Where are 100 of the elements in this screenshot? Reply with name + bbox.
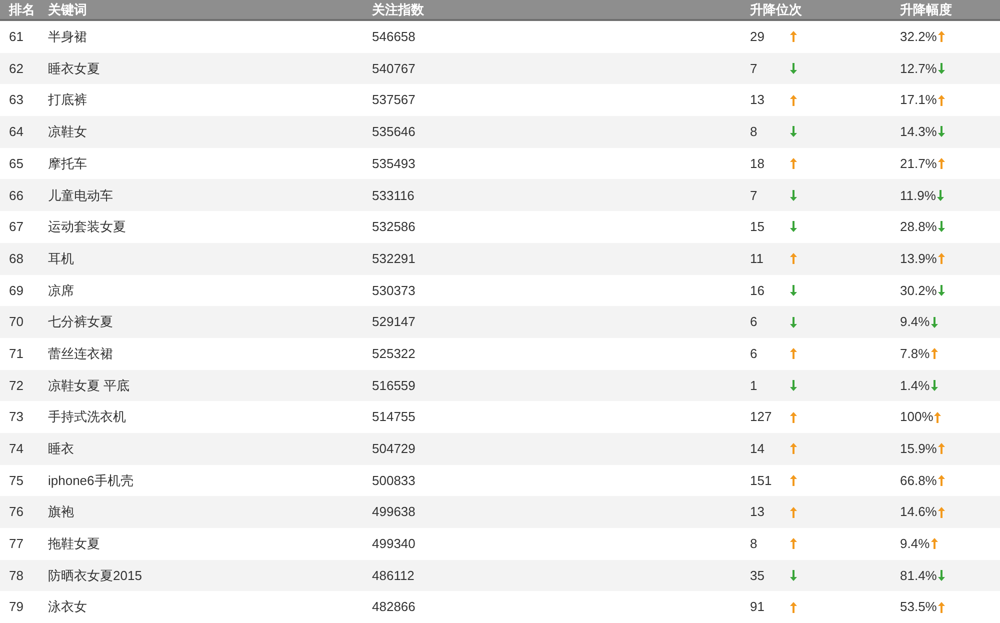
table-cell-text: 防晒衣女夏2015: [48, 566, 142, 585]
table-cell-text: 516559: [372, 376, 416, 395]
table-cell-text: 凉鞋女: [48, 123, 87, 142]
table-cell-text: 1: [750, 376, 758, 395]
table-cell-text: 28.8%: [900, 218, 937, 236]
table-cell-text: 70: [9, 313, 24, 332]
table-cell-text: 16: [750, 282, 766, 300]
table-cell-text: 13.9%: [900, 250, 937, 268]
table-cell-text: 514755: [372, 408, 416, 426]
table-cell-text: 67: [9, 218, 24, 236]
table-cell-text: 30.2%: [900, 282, 937, 300]
table-cell-text: 打底裤: [48, 91, 87, 110]
table-cell-text: 64: [9, 123, 24, 142]
table-cell-text: 482866: [372, 598, 416, 616]
table-cell-text: 537567: [372, 91, 416, 110]
table-cell-text: 6: [750, 313, 758, 332]
table-cell-text: 74: [9, 440, 24, 458]
table-cell-text: 睡衣女夏: [48, 60, 100, 78]
table-cell-text: 71: [9, 344, 24, 363]
table-cell-text: 81.4%: [900, 566, 937, 585]
table-cell-text: 泳衣女: [48, 598, 87, 616]
table-cell-text: 533116: [372, 186, 414, 205]
table-cell-text: 运动套装女夏: [48, 218, 126, 236]
table-cell-text: 凉鞋女夏 平底: [48, 376, 130, 395]
table-cell-text: 530373: [372, 282, 416, 300]
table-cell-text: 14.6%: [900, 503, 937, 522]
table-cell-text: 七分裤女夏: [48, 313, 113, 332]
table-cell-text: 540767: [372, 60, 416, 78]
table-cell-text: 65: [9, 154, 24, 173]
table-cell-text: 9.4%: [900, 535, 930, 554]
table-cell-text: 18: [750, 154, 766, 173]
table-cell-text: 儿童电动车: [48, 186, 113, 205]
table-cell-text: 77: [9, 535, 24, 554]
table-cell-text: 499340: [372, 535, 416, 554]
table-cell-text: 100%: [900, 408, 934, 426]
table-cell-text: 529147: [372, 313, 416, 332]
column-header: 关键词: [48, 0, 87, 19]
table-cell-text: 9.4%: [900, 313, 930, 332]
table-cell-text: 蕾丝连衣裙: [48, 344, 113, 363]
table-cell-text: 13: [750, 503, 766, 522]
table-cell-text: 79: [9, 598, 24, 616]
table-cell-text: 504729: [372, 440, 416, 458]
table-cell-text: 63: [9, 91, 24, 110]
table-cell-text: 500833: [372, 472, 416, 490]
table-cell-text: 66: [9, 186, 24, 205]
table-cell-text: 15.9%: [900, 440, 937, 458]
column-header: 升降幅度: [900, 0, 952, 19]
table-cell-text: iphone6手机壳: [48, 472, 134, 490]
table-cell-text: 72: [9, 376, 24, 395]
table-cell-text: 73: [9, 408, 24, 426]
table-cell-text: 13: [750, 91, 766, 110]
table-cell-text: 14: [750, 440, 766, 458]
table-cell-text: 7: [750, 60, 758, 78]
table-cell-text: 91: [750, 598, 766, 616]
table-cell-text: 66.8%: [900, 472, 937, 490]
table-cell-text: 8: [750, 535, 758, 554]
table-cell-text: 7: [750, 186, 758, 205]
table-cell-text: 525322: [372, 344, 416, 363]
table-cell-text: 61: [9, 28, 24, 46]
table-cell-text: 76: [9, 503, 24, 522]
table-cell-text: 6: [750, 344, 758, 363]
table-cell-text: 535646: [372, 123, 416, 142]
table-cell-text: 532586: [372, 218, 416, 236]
table-cell-text: 68: [9, 250, 24, 268]
table-cell-text: 凉席: [48, 282, 74, 300]
table-cell-text: 拖鞋女夏: [48, 535, 100, 554]
table-cell-text: 旗袍: [48, 503, 74, 522]
table-cell-text: 75: [9, 472, 24, 490]
table-cell-text: 486112: [372, 566, 414, 585]
column-header: 关注指数: [372, 0, 424, 19]
table-cell-text: 17.1%: [900, 91, 937, 110]
table-cell-text: 12.7%: [900, 60, 937, 78]
table-cell-text: 手持式洗衣机: [48, 408, 126, 426]
table-cell-text: 78: [9, 566, 24, 585]
column-header: 排名: [9, 0, 35, 19]
table-cell-text: 7.8%: [900, 344, 930, 363]
table-cell-text: 摩托车: [48, 154, 87, 173]
table-cell-text: 21.7%: [900, 154, 937, 173]
table-cell-text: 14.3%: [900, 123, 937, 142]
table-cell-text: 53.5%: [900, 598, 937, 616]
table-cell-text: 29: [750, 28, 766, 46]
column-header: 升降位次: [750, 0, 802, 19]
table-cell-text: 1.4%: [900, 376, 930, 395]
table-cell-text: 11.9%: [900, 186, 936, 205]
table-cell-text: 62: [9, 60, 24, 78]
table-cell-text: 532291: [372, 250, 416, 268]
table-cell-text: 睡衣: [48, 440, 74, 458]
table-cell-text: 耳机: [48, 250, 74, 268]
table-cell-text: 535493: [372, 154, 416, 173]
table-cell-text: 8: [750, 123, 758, 142]
table-cell-text: 127: [750, 408, 773, 426]
table-cell-text: 69: [9, 282, 24, 300]
table-cell-text: 半身裙: [48, 28, 87, 46]
table-cell-text: 15: [750, 218, 766, 236]
table-cell-text: 11: [750, 250, 764, 268]
table-cell-text: 151: [750, 472, 773, 490]
table-cell-text: 35: [750, 566, 766, 585]
table-cell-text: 546658: [372, 28, 416, 46]
table-cell-text: 499638: [372, 503, 416, 522]
table-cell-text: 32.2%: [900, 28, 937, 46]
